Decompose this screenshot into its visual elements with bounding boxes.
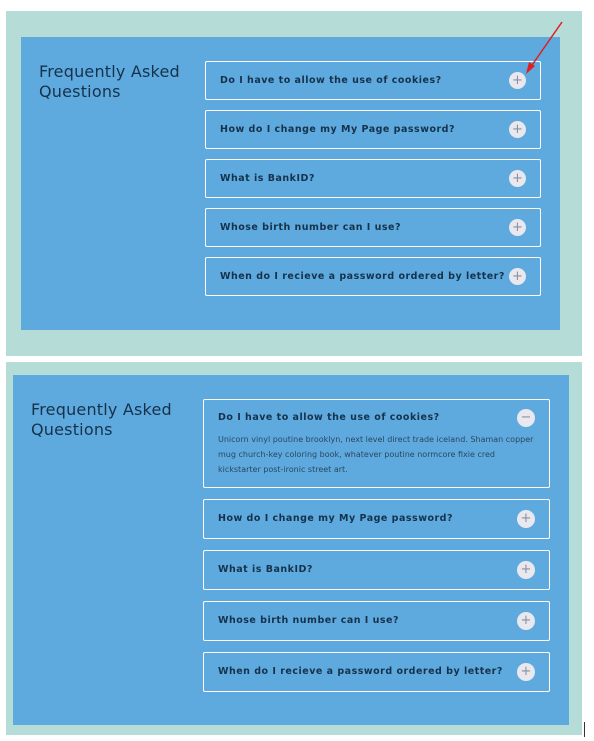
plus-icon[interactable]: + [517, 561, 535, 579]
page-title: Frequently Asked Questions [31, 400, 172, 439]
faq-question: What is BankID? [218, 564, 313, 575]
faq-item-bankid[interactable]: What is BankID? + [205, 159, 541, 198]
faq-question: What is BankID? [220, 173, 315, 184]
faq-item-cookies-open[interactable]: Do I have to allow the use of cookies? −… [203, 399, 550, 488]
faq-item-letter-password[interactable]: When do I recieve a password ordered by … [203, 652, 550, 692]
faq-question: Whose birth number can I use? [220, 222, 402, 233]
faq-item-birth-number[interactable]: Whose birth number can I use? + [205, 208, 541, 247]
faq-item-password[interactable]: How do I change my My Page password? + [205, 110, 541, 149]
faq-question: Do I have to allow the use of cookies? [220, 75, 442, 86]
faq-item-cookies[interactable]: Do I have to allow the use of cookies? + [205, 61, 541, 100]
plus-icon[interactable]: + [509, 268, 526, 285]
annotation-arrow-icon [526, 21, 563, 74]
plus-icon[interactable]: + [509, 219, 526, 236]
plus-icon[interactable]: + [517, 510, 535, 528]
text-cursor [584, 722, 585, 737]
faq-question: Do I have to allow the use of cookies? [218, 412, 440, 423]
faq-list-expanded: Do I have to allow the use of cookies? −… [203, 399, 550, 703]
plus-icon[interactable]: + [517, 612, 535, 630]
faq-question: How do I change my My Page password? [220, 124, 455, 135]
faq-question: How do I change my My Page password? [218, 513, 453, 524]
page-title: Frequently Asked Questions [39, 62, 180, 101]
faq-item-bankid[interactable]: What is BankID? + [203, 550, 550, 590]
faq-question: Whose birth number can I use? [218, 615, 400, 626]
plus-icon[interactable]: + [509, 170, 526, 187]
faq-question: When do I recieve a password ordered by … [218, 666, 503, 677]
faq-list-collapsed: Do I have to allow the use of cookies? +… [205, 61, 541, 306]
faq-item-password[interactable]: How do I change my My Page password? + [203, 499, 550, 539]
faq-item-birth-number[interactable]: Whose birth number can I use? + [203, 601, 550, 641]
faq-answer: Unicorn vinyl poutine brooklyn, next lev… [218, 435, 534, 474]
plus-icon[interactable]: + [509, 121, 526, 138]
minus-icon[interactable]: − [517, 409, 535, 427]
plus-icon[interactable]: + [517, 663, 535, 681]
faq-item-letter-password[interactable]: When do I recieve a password ordered by … [205, 257, 541, 296]
faq-question: When do I recieve a password ordered by … [220, 271, 505, 282]
